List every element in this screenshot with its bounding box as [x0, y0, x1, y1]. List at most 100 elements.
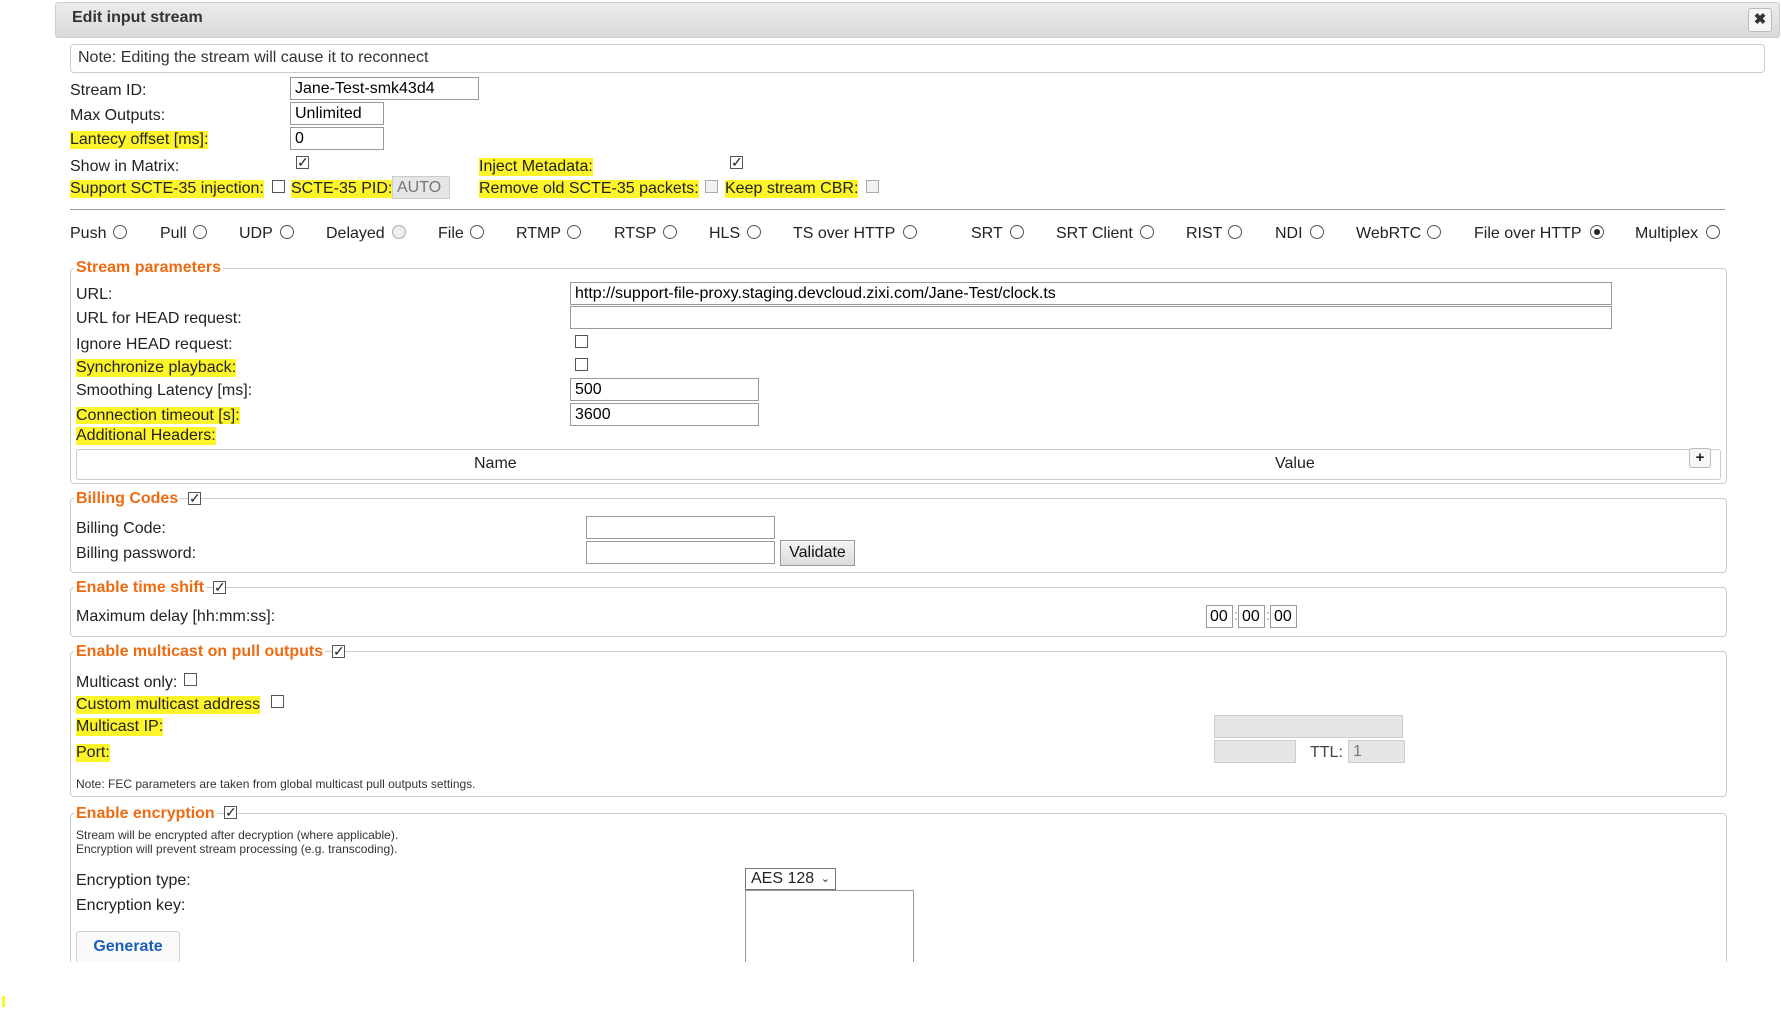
radio-rist[interactable] — [1228, 225, 1242, 239]
sync-playback-checkbox[interactable] — [575, 358, 588, 371]
radio-srt[interactable] — [1010, 225, 1024, 239]
connection-timeout-label-row: Connection timeout [s]: — [76, 407, 240, 425]
radio-label-delayed: Delayed — [326, 225, 385, 242]
time-shift-checkbox[interactable]: ✓ — [213, 580, 226, 594]
keep-stream-cbr-checkbox[interactable] — [866, 180, 879, 193]
time-shift-legend: Enable time shift — [74, 579, 207, 597]
encryption-type-label: Encryption type: — [76, 872, 191, 889]
encryption-key-textarea[interactable] — [745, 890, 914, 962]
radio-label-webrtc: WebRTC — [1356, 225, 1422, 242]
multicast-only-checkbox[interactable] — [184, 673, 197, 686]
radio-file[interactable] — [470, 225, 484, 239]
multicast-only-label: Multicast only: — [76, 674, 178, 691]
validate-button[interactable]: Validate — [780, 540, 855, 566]
headers-table — [76, 449, 1721, 480]
encryption-checkbox[interactable]: ✓ — [224, 805, 237, 819]
billing-password-input[interactable] — [586, 541, 775, 564]
radio-label-rist: RIST — [1186, 225, 1223, 242]
ignore-head-checkbox[interactable] — [575, 335, 588, 348]
radio-rtsp[interactable] — [663, 225, 677, 239]
support-scte35-checkbox[interactable] — [272, 180, 285, 193]
multicast-checkbox[interactable]: ✓ — [332, 644, 345, 658]
radio-label-file-over-http: File over HTTP — [1474, 225, 1582, 242]
chevron-down-icon: ⌄ — [820, 873, 830, 885]
radio-pull[interactable] — [193, 225, 207, 239]
port-label: Port: — [76, 744, 110, 762]
radio-label-rtsp: RTSP — [614, 225, 657, 242]
encryption-type-select[interactable]: AES 128 ⌄ — [745, 868, 836, 890]
headers-name-column: Name — [474, 455, 517, 472]
billing-code-input[interactable] — [586, 516, 775, 539]
custom-multicast-label: Custom multicast address — [76, 696, 261, 714]
ignore-head-label: Ignore HEAD request: — [76, 336, 233, 353]
billing-fieldset — [70, 498, 1727, 573]
radio-hls[interactable] — [747, 225, 761, 239]
stream-id-label: Stream ID: — [70, 82, 147, 99]
additional-headers-label: Additional Headers: — [76, 427, 216, 445]
generate-button[interactable]: Generate — [76, 931, 180, 963]
port-input[interactable] — [1214, 740, 1296, 763]
max-outputs-label: Max Outputs: — [70, 107, 166, 124]
radio-push[interactable] — [113, 225, 127, 239]
add-header-icon[interactable]: + — [1689, 448, 1711, 468]
url-head-input[interactable] — [570, 306, 1612, 329]
close-icon[interactable]: ✖ — [1748, 8, 1772, 32]
radio-file-over-http[interactable] — [1590, 225, 1604, 239]
radio-rtmp[interactable] — [567, 225, 581, 239]
encryption-key-label: Encryption key: — [76, 897, 186, 914]
highlight-mark — [2, 996, 5, 1007]
time-shift-fieldset — [70, 587, 1727, 637]
radio-label-ndi: NDI — [1275, 225, 1303, 242]
ttl-input[interactable] — [1348, 740, 1405, 763]
connection-timeout-label: Connection timeout [s]: — [76, 407, 240, 424]
delay-hours-input[interactable] — [1206, 605, 1233, 628]
dialog-titlebar — [55, 2, 1780, 38]
remove-old-scte35-checkbox[interactable] — [705, 180, 718, 193]
radio-multiplex[interactable] — [1706, 225, 1720, 239]
connection-timeout-input[interactable] — [570, 403, 759, 426]
billing-checkbox[interactable]: ✓ — [188, 491, 201, 505]
url-input[interactable] — [570, 282, 1612, 305]
encryption-note-line1: Stream will be encrypted after decryptio… — [76, 828, 399, 842]
smoothing-latency-label: Smoothing Latency [ms]: — [76, 382, 253, 399]
custom-multicast-checkbox[interactable] — [271, 695, 284, 708]
smoothing-latency-input[interactable] — [570, 378, 759, 401]
latency-offset-input[interactable] — [290, 127, 384, 150]
url-label: URL: — [76, 286, 113, 303]
sync-playback-label: Synchronize playback: — [76, 359, 237, 377]
radio-srt-client[interactable] — [1140, 225, 1154, 239]
multicast-ip-input[interactable] — [1214, 715, 1403, 738]
radio-label-multiplex: Multiplex — [1635, 225, 1699, 242]
billing-code-label: Billing Code: — [76, 520, 166, 537]
radio-ts-over-http[interactable] — [903, 225, 917, 239]
scte35-pid-label: SCTE-35 PID: — [291, 180, 393, 198]
radio-label-udp: UDP — [239, 225, 273, 242]
radio-delayed[interactable] — [392, 225, 406, 239]
show-in-matrix-label: Show in Matrix: — [70, 158, 180, 175]
max-outputs-input[interactable] — [290, 102, 384, 125]
keep-stream-cbr-label: Keep stream CBR: — [725, 180, 859, 198]
multicast-ip-label: Multicast IP: — [76, 718, 164, 736]
show-in-matrix-checkbox[interactable]: ✓ — [296, 155, 309, 169]
radio-label-push: Push — [70, 225, 107, 242]
billing-password-label: Billing password: — [76, 545, 197, 562]
stream-parameters-legend: Stream parameters — [74, 259, 223, 277]
remove-old-scte35-label: Remove old SCTE-35 packets: — [479, 180, 699, 198]
max-delay-label: Maximum delay [hh:mm:ss]: — [76, 608, 276, 625]
inject-metadata-label: Inject Metadata: — [479, 158, 593, 176]
radio-ndi[interactable] — [1310, 225, 1324, 239]
support-scte35-label: Support SCTE-35 injection: — [70, 180, 264, 198]
radio-label-hls: HLS — [709, 225, 741, 242]
encryption-note-line2: Encryption will prevent stream processin… — [76, 842, 398, 856]
scte35-pid-input[interactable] — [392, 176, 450, 199]
latency-offset-label: Lantecy offset [ms]: — [70, 131, 209, 149]
radio-udp[interactable] — [280, 225, 294, 239]
ttl-label: TTL: — [1310, 744, 1343, 761]
stream-id-input[interactable] — [290, 77, 479, 100]
inject-metadata-checkbox[interactable]: ✓ — [730, 155, 743, 169]
radio-label-rtmp: RTMP — [516, 225, 562, 242]
divider — [70, 209, 1725, 210]
radio-webrtc[interactable] — [1427, 225, 1441, 239]
delay-minutes-input[interactable] — [1238, 605, 1265, 628]
delay-seconds-input[interactable] — [1270, 605, 1297, 628]
